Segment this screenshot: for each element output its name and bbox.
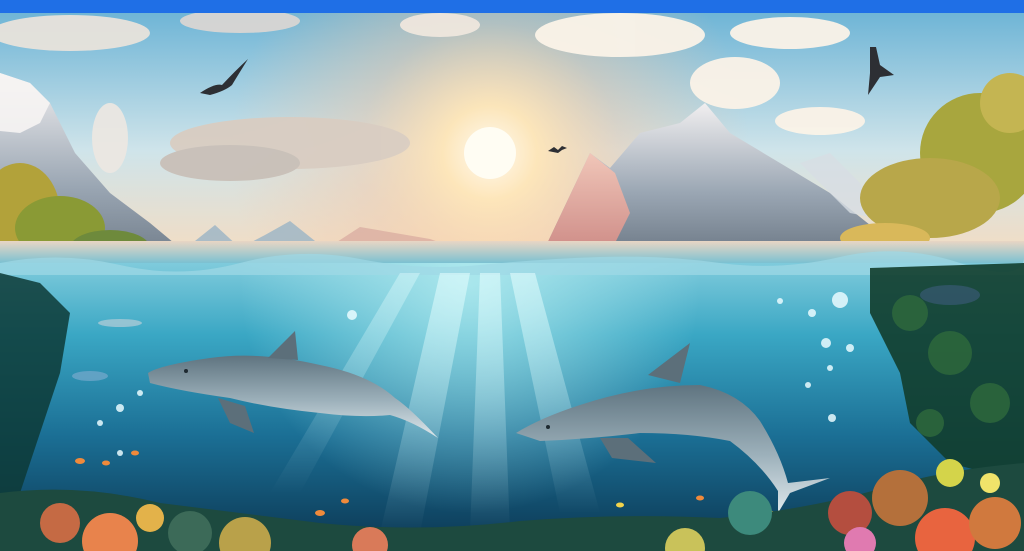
ocean-scene [0,13,1024,551]
image-frame [0,0,1024,551]
scene-illustration [0,13,1024,551]
top-bar [0,0,1024,13]
sun [464,127,516,179]
